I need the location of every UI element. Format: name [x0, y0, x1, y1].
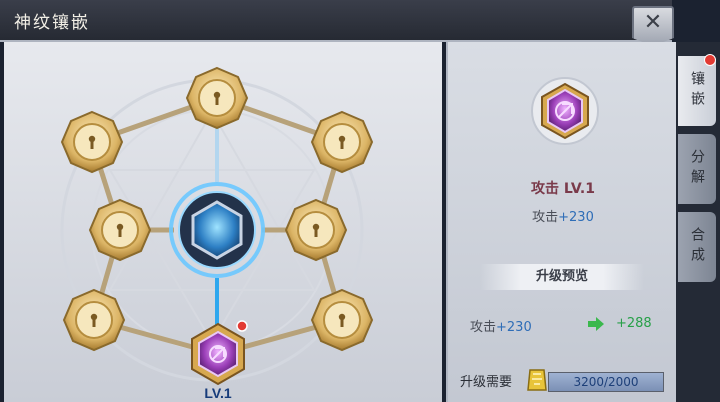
arrow-right-icon: [588, 317, 604, 331]
tab-decompose-label: 分解: [689, 149, 705, 189]
rune-stat-value: +230: [558, 210, 594, 225]
rune-slot-top[interactable]: [185, 66, 249, 130]
rune-board-panel: LV.1: [4, 42, 442, 402]
tab-decompose[interactable]: 分解: [678, 134, 716, 204]
rune-board: LV.1: [60, 66, 374, 401]
slot-level-label: LV.1: [204, 385, 231, 401]
upgrade-to-value: +288: [616, 316, 652, 331]
upgrade-from: 攻击+230: [470, 316, 532, 335]
rune-name: 攻击 LV.1: [531, 181, 595, 197]
rune-slot-lower-left[interactable]: [62, 288, 126, 352]
rune-slot-mid-right[interactable]: [284, 198, 348, 262]
upgrade-cost-label: 升级需要: [460, 375, 513, 390]
rune-slot-bottom[interactable]: [191, 320, 248, 386]
rune-slot-mid-left[interactable]: [88, 198, 152, 262]
tab-combine[interactable]: 合成: [678, 212, 716, 282]
rune-dust-icon: [527, 369, 547, 391]
close-button[interactable]: ✕: [632, 6, 674, 46]
window-title: 神纹镶嵌: [14, 13, 90, 33]
tab-inlay-label: 镶嵌: [689, 71, 705, 111]
side-tab-bar: 镶嵌 分解 合成: [676, 42, 720, 402]
rune-inlay-window: 神纹镶嵌 ✕ LV.1 攻击 LV.1 攻击+230 升级预览 攻击+230 +…: [0, 0, 720, 402]
upgrade-cost: 升级需要 3200/2000: [460, 368, 674, 392]
center-core-slot[interactable]: [169, 182, 265, 278]
tab-combine-label: 合成: [689, 227, 705, 267]
rune-slot-lower-right[interactable]: [310, 288, 374, 352]
core-gem-icon: [191, 200, 243, 260]
selected-rune-gem: [531, 77, 599, 145]
close-icon: ✕: [643, 10, 663, 35]
upgrade-cost-bar: 3200/2000: [548, 372, 664, 392]
upgrade-cost-text: 3200/2000: [573, 375, 639, 389]
tab-inlay[interactable]: 镶嵌: [678, 54, 716, 126]
alert-dot: [236, 320, 248, 332]
alert-dot: [704, 54, 716, 66]
rune-stat: 攻击+230: [448, 206, 678, 225]
upgrade-from-label: 攻击: [470, 320, 497, 335]
title-bar: 神纹镶嵌: [0, 0, 672, 42]
upgrade-preview-header: 升级预览: [480, 264, 644, 290]
upgrade-preview-row: 攻击+230 +288: [470, 316, 670, 336]
rune-slot-upper-left[interactable]: [60, 110, 124, 174]
upgrade-from-value: +230: [496, 320, 532, 335]
rune-slot-upper-right[interactable]: [310, 110, 374, 174]
rune-detail-panel: 攻击 LV.1 攻击+230 升级预览 攻击+230 +288 升级需要 320…: [446, 42, 678, 402]
rune-stat-label: 攻击: [532, 210, 559, 225]
upgrade-preview-title: 升级预览: [535, 269, 588, 284]
